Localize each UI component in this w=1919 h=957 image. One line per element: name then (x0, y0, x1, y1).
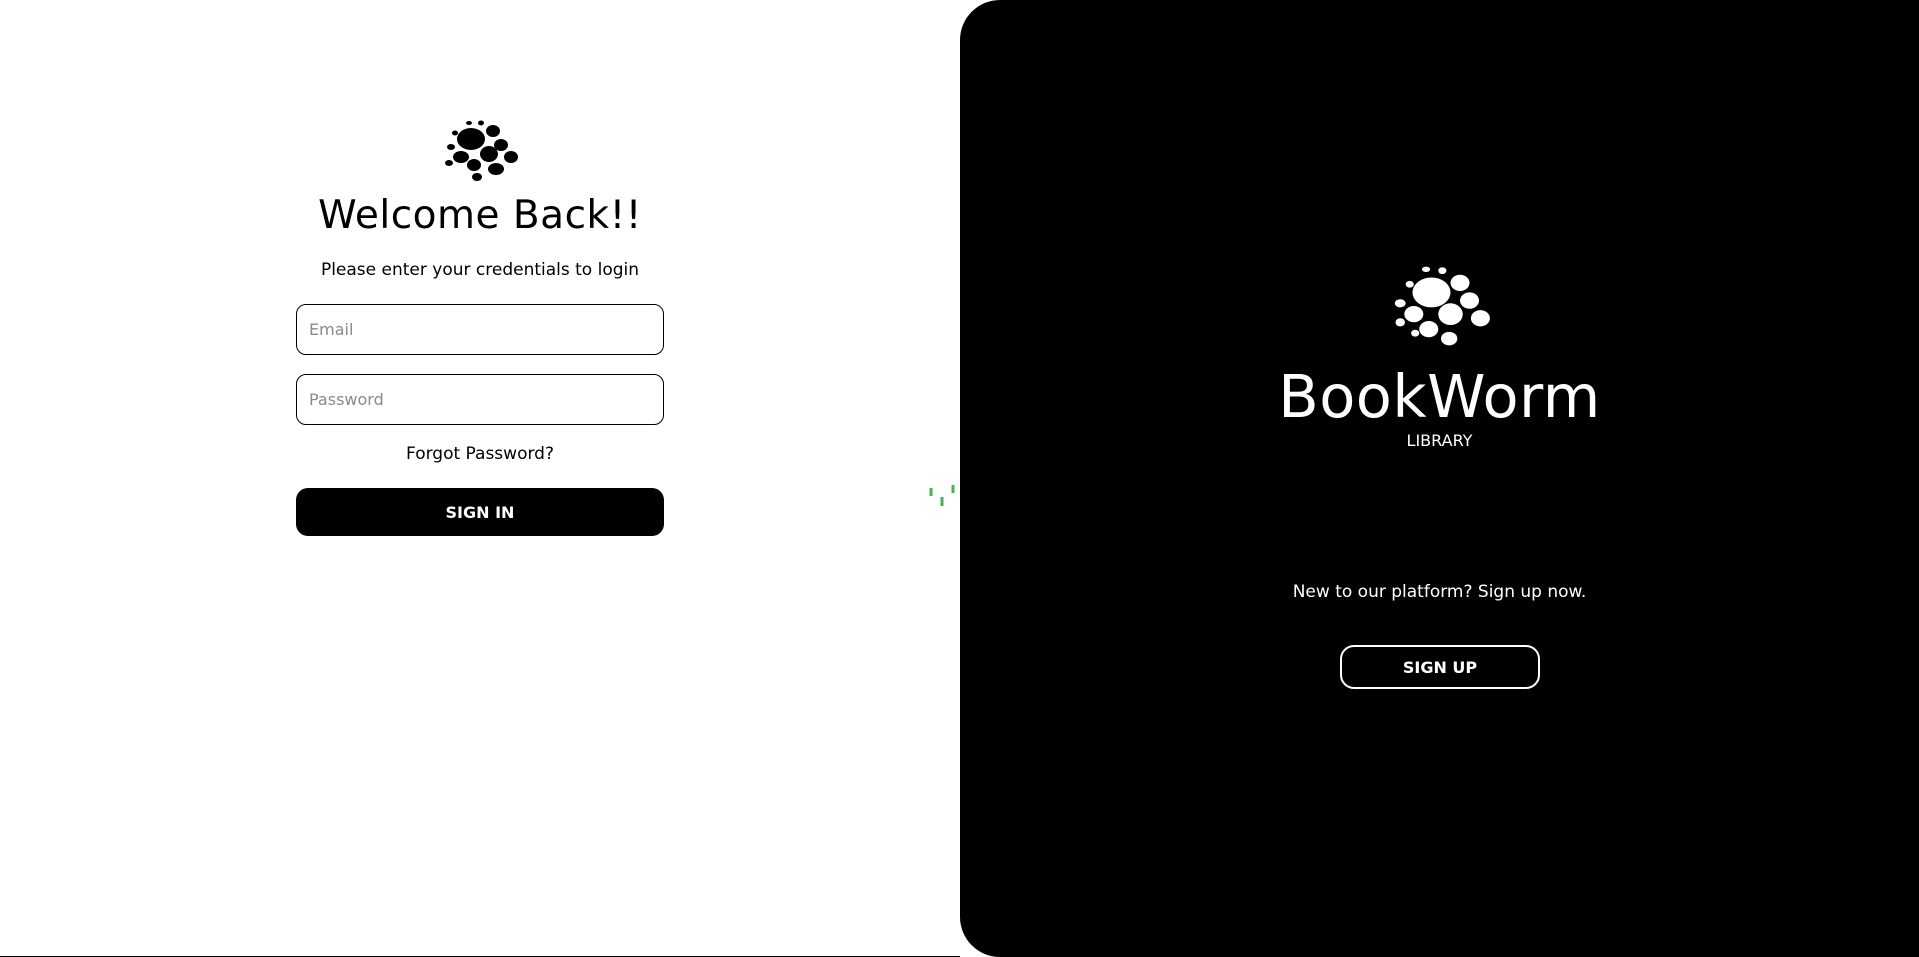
loading-spinner-icon (929, 485, 955, 506)
signup-prompt: New to our platform? Sign up now. (1292, 582, 1587, 602)
bookworm-logo-icon (1394, 266, 1490, 346)
login-page: Welcome Back!! Please enter your credent… (0, 0, 1919, 957)
page-title: Welcome Back!! (318, 193, 642, 238)
password-field[interactable] (296, 374, 664, 425)
signup-panel: BookWorm LIBRARY New to our platform? Si… (960, 0, 1919, 957)
bookworm-logo-icon (445, 120, 518, 181)
login-panel: Welcome Back!! Please enter your credent… (0, 0, 960, 957)
brand-name: BookWorm (1278, 362, 1601, 431)
sign-in-button[interactable]: SIGN IN (296, 488, 664, 536)
login-subtitle: Please enter your credentials to login (320, 260, 640, 280)
sign-up-button[interactable]: SIGN UP (1340, 645, 1540, 689)
email-field[interactable] (296, 304, 664, 355)
forgot-password-link[interactable]: Forgot Password? (0, 444, 960, 464)
brand-subtitle: LIBRARY (1406, 431, 1473, 450)
